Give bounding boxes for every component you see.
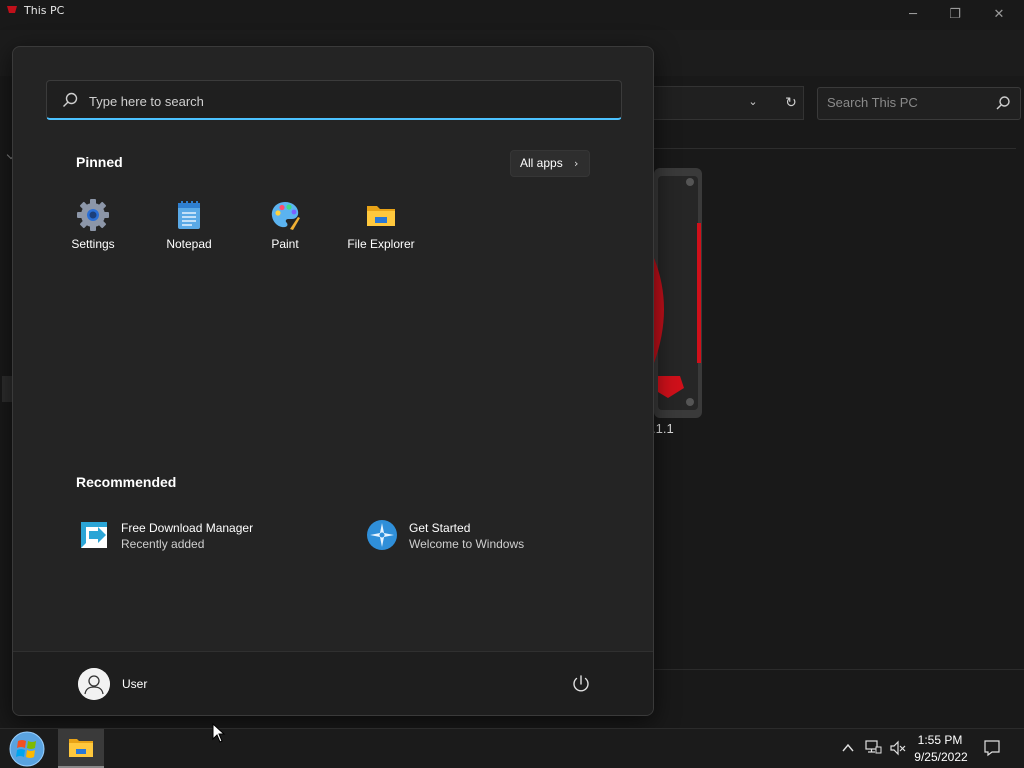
drive-label[interactable]: .1.1	[652, 421, 674, 436]
this-pc-icon	[7, 6, 17, 13]
recommended-item-fdm[interactable]: Free Download Manager Recently added	[76, 517, 316, 557]
pinned-app-label: Notepad	[166, 237, 212, 251]
paint-palette-icon	[271, 202, 300, 230]
nav-scrollbar[interactable]	[2, 376, 12, 402]
get-started-icon	[367, 520, 397, 550]
start-button-windows-orb-icon[interactable]	[8, 730, 46, 768]
pinned-app-label: Paint	[271, 237, 299, 251]
search-icon	[63, 92, 78, 107]
explorer-titlebar	[0, 0, 1024, 30]
pinned-heading: Pinned	[76, 154, 123, 170]
power-icon[interactable]	[568, 671, 594, 697]
folder-icon	[367, 206, 395, 226]
recommended-item-title: Free Download Manager	[121, 521, 254, 535]
clock-date[interactable]: 9/25/2022	[912, 750, 970, 764]
start-search-input[interactable]	[89, 90, 589, 112]
all-apps-label: All apps	[520, 156, 563, 170]
settings-gear-icon	[77, 199, 109, 231]
clock-time[interactable]: 1:55 PM	[912, 733, 968, 747]
pinned-app-notepad[interactable]: Notepad	[146, 197, 232, 259]
refresh-icon[interactable]: ↻	[782, 94, 800, 112]
folder-icon	[69, 739, 93, 757]
chevron-down-icon[interactable]: ⌄	[745, 94, 761, 110]
explorer-search-placeholder: Search This PC	[827, 95, 918, 110]
msi-drive-icon[interactable]	[654, 168, 706, 420]
pinned-app-label: Settings	[71, 237, 115, 251]
pinned-app-file-explorer[interactable]: File Explorer	[338, 197, 424, 259]
status-divider	[654, 669, 1024, 670]
recommended-item-title: Get Started	[409, 521, 471, 535]
restore-icon[interactable]: ❐	[946, 6, 964, 24]
user-name: User	[122, 677, 148, 691]
start-menu: Pinned All apps › Setting	[12, 46, 654, 716]
chevron-right-icon: ›	[574, 157, 579, 170]
recommended-item-subtitle: Welcome to Windows	[409, 537, 525, 551]
notepad-icon	[178, 201, 200, 229]
pinned-app-label: File Explorer	[347, 237, 415, 251]
recommended-heading: Recommended	[76, 474, 177, 490]
mouse-cursor-icon	[212, 723, 226, 743]
pinned-app-paint[interactable]: Paint	[242, 197, 328, 259]
avatar	[78, 668, 110, 700]
recommended-item-get-started[interactable]: Get Started Welcome to Windows	[364, 517, 604, 557]
explorer-divider	[654, 148, 1016, 149]
pinned-app-settings[interactable]: Settings	[50, 197, 136, 259]
minimize-icon[interactable]: ─	[904, 6, 922, 24]
notification-icon[interactable]	[983, 739, 1001, 757]
close-icon[interactable]: ✕	[990, 6, 1008, 24]
explorer-title: This PC	[24, 4, 65, 17]
fdm-icon	[81, 522, 107, 548]
chevron-up-icon[interactable]	[840, 740, 856, 756]
recommended-item-subtitle: Recently added	[121, 537, 205, 551]
volume-muted-icon[interactable]	[889, 739, 907, 757]
search-icon[interactable]	[995, 95, 1011, 111]
network-icon[interactable]	[864, 738, 882, 756]
